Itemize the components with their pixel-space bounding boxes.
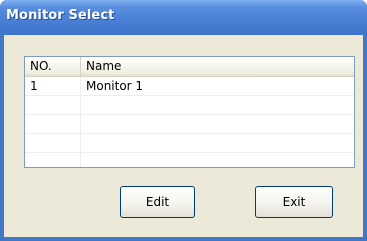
row-no-cell xyxy=(25,134,81,152)
list-row[interactable] xyxy=(25,134,354,153)
column-header-no[interactable]: NO. xyxy=(25,57,81,76)
column-header-name[interactable]: Name xyxy=(81,57,354,76)
exit-button[interactable]: Exit xyxy=(255,186,333,218)
window-title: Monitor Select xyxy=(6,8,115,23)
list-header: NO. Name xyxy=(25,57,354,77)
list-row[interactable]: 1 Monitor 1 xyxy=(25,77,354,96)
list-row[interactable] xyxy=(25,96,354,115)
row-no-cell xyxy=(25,153,81,167)
row-no-cell xyxy=(25,115,81,133)
dialog-body: NO. Name 1 Monitor 1 Edit Exit xyxy=(4,35,363,237)
edit-button[interactable]: Edit xyxy=(120,186,195,218)
row-name-cell xyxy=(81,134,354,152)
row-name-cell xyxy=(81,96,354,114)
list-row[interactable] xyxy=(25,115,354,134)
row-no-cell xyxy=(25,96,81,114)
row-name-cell xyxy=(81,153,354,167)
title-bar[interactable]: Monitor Select xyxy=(0,0,367,35)
row-name-cell xyxy=(81,115,354,133)
monitor-select-window: Monitor Select NO. Name 1 Monitor 1 Edit… xyxy=(0,0,367,241)
monitor-list[interactable]: NO. Name 1 Monitor 1 xyxy=(24,56,355,168)
row-no-cell: 1 xyxy=(25,77,81,95)
list-row[interactable] xyxy=(25,153,354,167)
list-body: 1 Monitor 1 xyxy=(25,77,354,167)
row-name-cell: Monitor 1 xyxy=(86,79,144,93)
